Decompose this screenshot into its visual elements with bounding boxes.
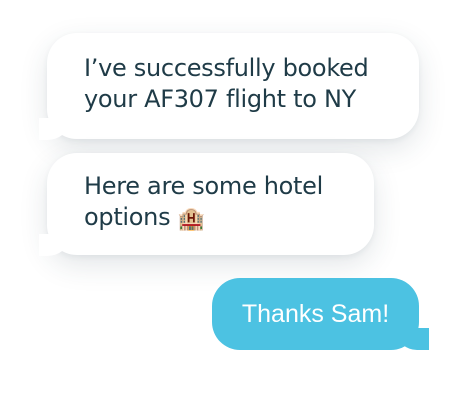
hotel-icon: 🏨: [177, 207, 205, 232]
message-text: I’ve successfully booked your AF307 flig…: [84, 54, 369, 113]
assistant-message-bubble: I’ve successfully booked your AF307 flig…: [39, 33, 419, 140]
message-text-wrapper: Here are some hotel options 🏨: [84, 171, 374, 235]
chat-thread: I’ve successfully booked your AF307 flig…: [0, 0, 468, 415]
user-message-bubble: Thanks Sam!: [212, 278, 429, 350]
assistant-message-bubble: Here are some hotel options 🏨: [39, 153, 374, 256]
message-text: Thanks Sam!: [241, 300, 390, 328]
